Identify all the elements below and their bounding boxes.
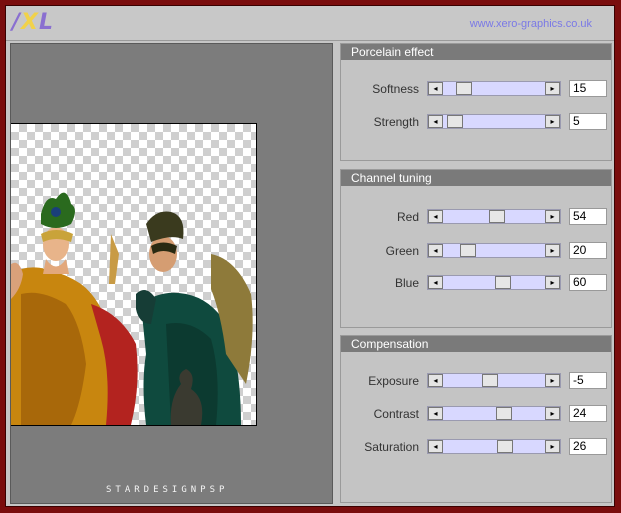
- outer-frame: /XL www.xero-graphics.co.uk STARDESIGNPS…: [0, 0, 621, 513]
- blue-slider[interactable]: ◂ ▸: [427, 275, 561, 290]
- slider-row-blue: Blue ◂ ▸ 60: [341, 274, 611, 292]
- arrow-left-icon[interactable]: ◂: [428, 440, 443, 453]
- slider-label: Strength: [373, 115, 419, 129]
- strength-slider[interactable]: ◂ ▸: [427, 114, 561, 129]
- panel-title: Channel tuning: [341, 170, 611, 186]
- arrow-left-icon[interactable]: ◂: [428, 115, 443, 128]
- arrow-right-icon[interactable]: ▸: [545, 82, 560, 95]
- arrow-right-icon[interactable]: ▸: [545, 440, 560, 453]
- arrow-right-icon[interactable]: ▸: [545, 407, 560, 420]
- arrow-right-icon[interactable]: ▸: [545, 374, 560, 387]
- slider-row-red: Red ◂ ▸ 54: [341, 208, 611, 226]
- arrow-right-icon[interactable]: ▸: [545, 115, 560, 128]
- saturation-value-field[interactable]: 26: [569, 438, 607, 455]
- panel-compensation: Compensation Exposure ◂ ▸ -5 Contrast ◂ …: [340, 335, 612, 503]
- masquerade-image: [11, 192, 253, 425]
- slider-row-softness: Softness ◂ ▸ 15: [341, 80, 611, 98]
- slider-row-saturation: Saturation ◂ ▸ 26: [341, 438, 611, 456]
- slider-label: Blue: [394, 276, 419, 290]
- slider-label: Red: [396, 210, 419, 224]
- panel-title: Compensation: [341, 336, 611, 352]
- watermark-text: STARDESIGNPSP: [106, 485, 229, 495]
- exposure-slider[interactable]: ◂ ▸: [427, 373, 561, 388]
- arrow-left-icon[interactable]: ◂: [428, 244, 443, 257]
- contrast-slider[interactable]: ◂ ▸: [427, 406, 561, 421]
- slider-thumb[interactable]: [497, 440, 513, 453]
- slider-row-exposure: Exposure ◂ ▸ -5: [341, 372, 611, 390]
- slider-label: Saturation: [364, 440, 419, 454]
- slider-row-strength: Strength ◂ ▸ 5: [341, 113, 611, 131]
- contrast-value-field[interactable]: 24: [569, 405, 607, 422]
- arrow-right-icon[interactable]: ▸: [545, 276, 560, 289]
- arrow-right-icon[interactable]: ▸: [545, 244, 560, 257]
- slider-thumb[interactable]: [460, 244, 476, 257]
- exposure-value-field[interactable]: -5: [569, 372, 607, 389]
- logo-l: L: [39, 10, 55, 35]
- panel-channel-tuning: Channel tuning Red ◂ ▸ 54 Green ◂ ▸ 20 B…: [340, 169, 612, 328]
- xl-logo: /XL: [12, 10, 54, 35]
- red-slider[interactable]: ◂ ▸: [427, 209, 561, 224]
- panel-title: Porcelain effect: [341, 44, 611, 60]
- green-value-field[interactable]: 20: [569, 242, 607, 259]
- green-slider[interactable]: ◂ ▸: [427, 243, 561, 258]
- logo-slash: /: [12, 10, 22, 35]
- slider-thumb[interactable]: [495, 276, 511, 289]
- plugin-window: /XL www.xero-graphics.co.uk STARDESIGNPS…: [5, 5, 615, 507]
- red-value-field[interactable]: 54: [569, 208, 607, 225]
- slider-thumb[interactable]: [489, 210, 505, 223]
- slider-label: Contrast: [373, 407, 419, 421]
- slider-thumb[interactable]: [496, 407, 512, 420]
- website-link[interactable]: www.xero-graphics.co.uk: [470, 18, 592, 30]
- slider-thumb[interactable]: [456, 82, 472, 95]
- slider-label: Green: [385, 244, 419, 258]
- saturation-slider[interactable]: ◂ ▸: [427, 439, 561, 454]
- panel-porcelain-effect: Porcelain effect Softness ◂ ▸ 15 Strengt…: [340, 43, 612, 161]
- slider-label: Softness: [372, 82, 419, 96]
- logo-x: X: [21, 10, 40, 35]
- arrow-left-icon[interactable]: ◂: [428, 407, 443, 420]
- arrow-left-icon[interactable]: ◂: [428, 276, 443, 289]
- arrow-left-icon[interactable]: ◂: [428, 210, 443, 223]
- slider-label: Exposure: [368, 374, 419, 388]
- slider-thumb[interactable]: [447, 115, 463, 128]
- preview-area: STARDESIGNPSP: [10, 43, 333, 504]
- strength-value-field[interactable]: 5: [569, 113, 607, 130]
- softness-slider[interactable]: ◂ ▸: [427, 81, 561, 96]
- preview-canvas: [11, 123, 257, 426]
- slider-row-contrast: Contrast ◂ ▸ 24: [341, 405, 611, 423]
- header-bar: /XL www.xero-graphics.co.uk: [6, 6, 614, 41]
- blue-value-field[interactable]: 60: [569, 274, 607, 291]
- arrow-left-icon[interactable]: ◂: [428, 82, 443, 95]
- slider-thumb[interactable]: [482, 374, 498, 387]
- slider-row-green: Green ◂ ▸ 20: [341, 242, 611, 260]
- arrow-left-icon[interactable]: ◂: [428, 374, 443, 387]
- arrow-right-icon[interactable]: ▸: [545, 210, 560, 223]
- softness-value-field[interactable]: 15: [569, 80, 607, 97]
